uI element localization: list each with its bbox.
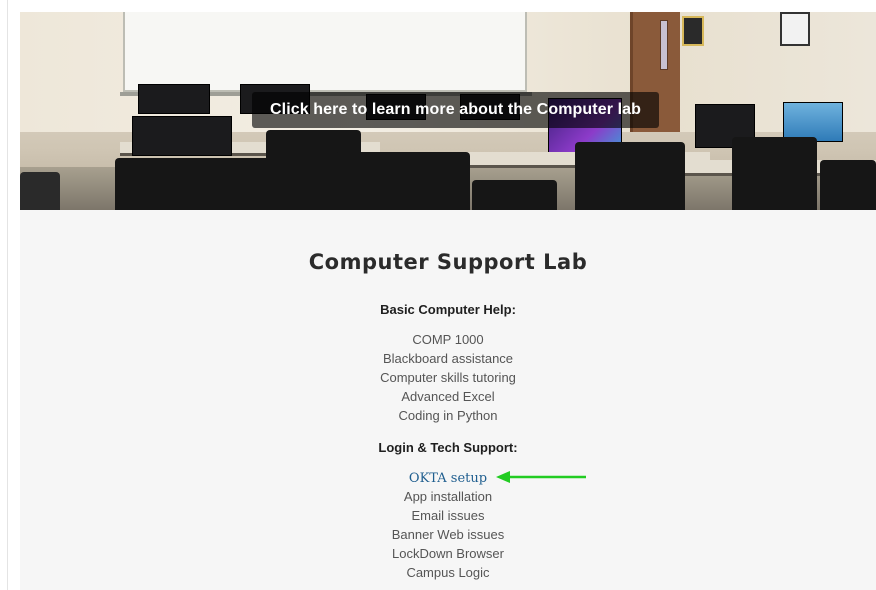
list-item-okta: OKTA setup bbox=[20, 468, 876, 487]
section-heading-login-tech: Login & Tech Support: bbox=[378, 440, 518, 455]
list-item: Coding in Python bbox=[398, 408, 498, 423]
hero-door-window bbox=[660, 20, 668, 70]
hero-monitor bbox=[132, 116, 232, 156]
list-item: Campus Logic bbox=[406, 565, 490, 580]
list-item: Blackboard assistance bbox=[382, 351, 514, 366]
hero-monitor bbox=[783, 102, 843, 142]
hero-whiteboard bbox=[123, 12, 527, 92]
hero-wall-poster bbox=[780, 12, 810, 46]
list-item: LockDown Browser bbox=[392, 546, 504, 561]
login-tech-list: OKTA setup App installation Email issues… bbox=[20, 468, 876, 582]
basic-help-list: COMP 1000 Blackboard assistance Computer… bbox=[20, 330, 876, 425]
list-item: Email issues bbox=[411, 508, 485, 523]
hero-chair bbox=[115, 158, 270, 210]
hero-chair bbox=[20, 172, 60, 210]
list-item: Advanced Excel bbox=[401, 389, 495, 404]
list-item: COMP 1000 bbox=[412, 332, 484, 347]
hero-chair bbox=[820, 160, 876, 210]
hero-chair bbox=[335, 152, 470, 210]
hero-caption[interactable]: Click here to learn more about the Compu… bbox=[252, 92, 659, 128]
hero-chair bbox=[575, 142, 685, 210]
list-item: App installation bbox=[403, 489, 493, 504]
hero-chair bbox=[732, 137, 817, 210]
list-item: Computer skills tutoring bbox=[380, 370, 516, 385]
page-title: Computer Support Lab bbox=[308, 250, 588, 274]
content-panel: Click here to learn more about the Compu… bbox=[20, 12, 876, 590]
hero-banner-link[interactable]: Click here to learn more about the Compu… bbox=[20, 12, 876, 210]
section-heading-basic-help: Basic Computer Help: bbox=[380, 302, 516, 317]
list-item: Banner Web issues bbox=[391, 527, 505, 542]
arrow-left-icon bbox=[496, 471, 586, 483]
top-strip bbox=[8, 0, 876, 12]
hero-chair bbox=[472, 180, 557, 210]
left-gutter bbox=[0, 0, 8, 590]
okta-setup-link[interactable]: OKTA setup bbox=[409, 471, 487, 486]
hero-monitor bbox=[138, 84, 210, 114]
hero-wall-frame bbox=[682, 16, 704, 46]
